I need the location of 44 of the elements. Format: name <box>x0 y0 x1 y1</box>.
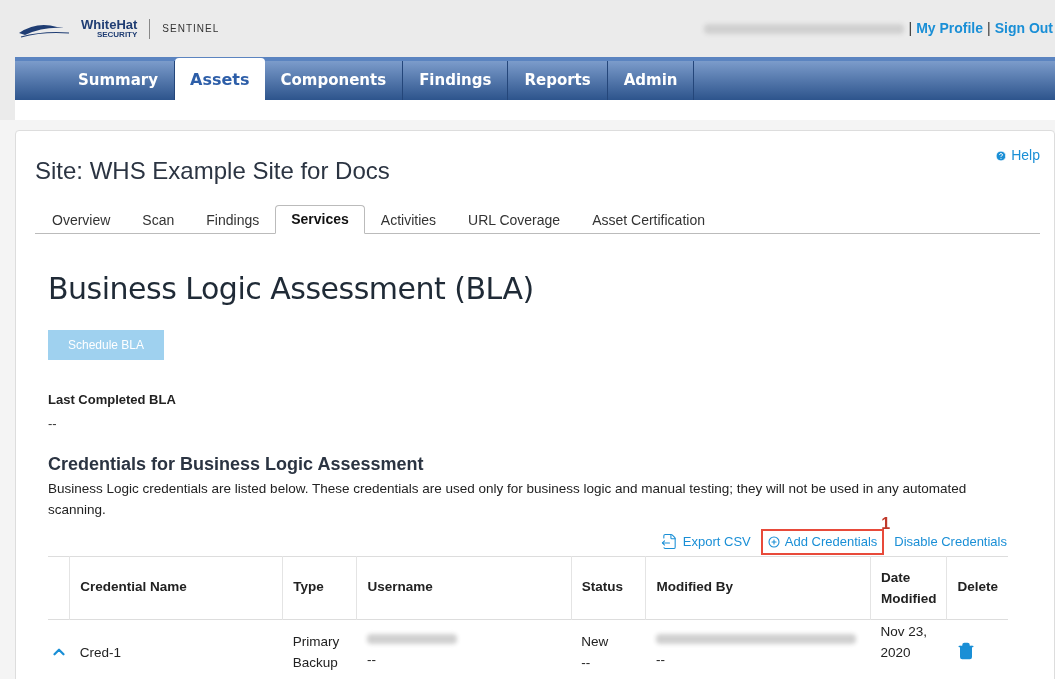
nav-tab[interactable]: Assets <box>175 58 265 101</box>
logo-name: WhiteHat <box>81 18 138 31</box>
header-link[interactable]: Sign Out <box>994 18 1053 39</box>
table-cell: Nov 23, 2020 <box>870 619 947 673</box>
page-tab[interactable]: Findings <box>190 207 276 233</box>
table-cell-text: New <box>581 632 610 651</box>
column-header: Date Modified <box>870 556 947 619</box>
site-title: Site: WHS Example Site for Docs <box>35 156 390 186</box>
page-tab[interactable]: Asset Certification <box>576 207 721 233</box>
section-title: Credentials for Business Logic Assessment <box>48 453 425 476</box>
delete-icon[interactable] <box>956 641 975 660</box>
table-cell-text: -- <box>367 650 377 669</box>
product-name: SENTINEL <box>162 22 220 36</box>
column-header: Modified By <box>645 556 871 619</box>
action-link[interactable]: Disable Credentials <box>892 529 1009 555</box>
help-icon <box>995 149 1008 162</box>
table-cell-text: -- <box>581 653 592 672</box>
add-icon <box>767 535 780 548</box>
page-tab[interactable]: Scan <box>126 207 191 233</box>
table-cell: Cred-1 <box>69 619 283 673</box>
column-header: Status <box>571 556 646 619</box>
column-header: Delete <box>946 556 1008 619</box>
page-tab[interactable]: URL Coverage <box>452 207 577 233</box>
page-heading: Business Logic Assessment (BLA) <box>48 270 535 308</box>
add-link[interactable]: Add Credentials <box>760 529 885 555</box>
column-header: Credential Name <box>69 556 283 619</box>
page-tab[interactable]: Overview <box>36 207 127 233</box>
export-link[interactable]: Export CSV <box>658 529 753 555</box>
link-separator: | <box>987 19 991 38</box>
header-link[interactable]: My Profile <box>916 18 984 39</box>
section-description: Business Logic credentials are listed below. These credentials are used only for business logic and manual testing; they will not be used in any automated scanning. <box>48 480 968 517</box>
logo-tagline: SECURITY <box>96 31 138 39</box>
table-cell-text: -- <box>655 650 666 669</box>
export-icon <box>660 533 678 551</box>
table-cell: Primary Backup <box>282 619 357 673</box>
column-header: Username <box>357 556 572 619</box>
page-tab[interactable]: Services <box>275 205 365 234</box>
help-link[interactable]: Help <box>995 145 1040 166</box>
callout-number: 1 <box>881 516 891 532</box>
link-separator: | <box>908 19 913 38</box>
last-completed-label: Last Completed BLA <box>48 391 177 409</box>
last-completed-value: -- <box>48 414 58 433</box>
page-tab[interactable]: Activities <box>364 207 453 233</box>
column-header: Type <box>282 556 357 619</box>
